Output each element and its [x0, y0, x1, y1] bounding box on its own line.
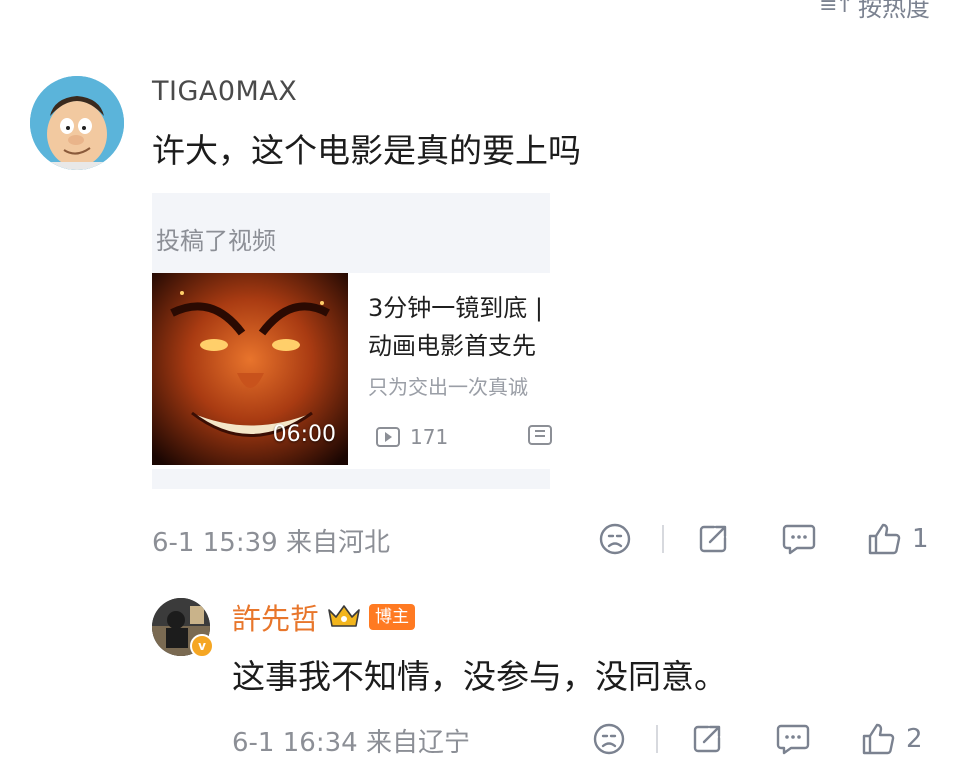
divider: [656, 725, 658, 753]
play-count-icon: [376, 427, 400, 447]
sort-icon: ≡↑: [819, 0, 854, 18]
video-card[interactable]: 投稿了视频 06:00 3分钟一镜到底 | 动画电影首支先 只为交出一次真诚 1…: [152, 193, 552, 489]
share-button[interactable]: [688, 720, 726, 758]
comment-text: 许大，这个电影是真的要上吗: [152, 131, 581, 170]
avatar[interactable]: v: [152, 598, 214, 658]
username[interactable]: 許先哲: [232, 596, 319, 638]
comment-meta: 6-1 15:39 来自河北: [152, 522, 390, 559]
video-title-line-1: 3分钟一镜到底 |: [368, 294, 543, 322]
video-card-body[interactable]: 06:00 3分钟一镜到底 | 动画电影首支先 只为交出一次真诚 171: [152, 273, 552, 469]
like-count: 1: [912, 524, 929, 554]
danmaku-icon: [528, 425, 552, 445]
like-button[interactable]: [866, 520, 904, 558]
blogger-badge: 博主: [369, 604, 416, 630]
video-subtitle: 只为交出一次真诚: [368, 375, 528, 399]
view-count: 171: [410, 425, 449, 449]
dislike-button[interactable]: [590, 720, 628, 758]
share-button[interactable]: [694, 520, 732, 558]
video-title-line-2: 动画电影首支先: [368, 332, 536, 360]
verified-badge-icon: v: [190, 634, 214, 658]
dislike-button[interactable]: [596, 520, 634, 558]
reply-button[interactable]: [780, 520, 818, 558]
sort-label: 按热度: [858, 0, 930, 22]
reply-text: 这事我不知情，没参与，没同意。: [232, 657, 727, 696]
card-header: 投稿了视频: [156, 227, 276, 255]
username-row: 許先哲 博主: [232, 596, 416, 638]
divider: [662, 525, 664, 553]
video-thumbnail[interactable]: 06:00: [152, 273, 348, 465]
sort-by-hot-button[interactable]: ≡↑ 按热度: [819, 0, 930, 23]
like-count: 2: [906, 724, 923, 754]
video-duration: 06:00: [272, 422, 336, 447]
comment-icon: [782, 524, 816, 555]
share-icon: [693, 725, 721, 753]
username[interactable]: TIGA0MAX: [152, 76, 297, 107]
timestamp: 6-1 16:34: [232, 728, 358, 758]
location: 来自河北: [285, 528, 390, 558]
timestamp: 6-1 15:39: [152, 528, 278, 558]
thumbs-up-icon: [862, 723, 895, 755]
reply-button[interactable]: [774, 720, 812, 758]
video-views: 171: [376, 425, 448, 449]
comment-icon: [776, 724, 810, 755]
share-icon: [699, 525, 727, 553]
video-title[interactable]: 3分钟一镜到底 | 动画电影首支先: [368, 289, 550, 365]
frown-icon: [593, 723, 625, 755]
crown-icon: [328, 605, 360, 627]
like-button[interactable]: [860, 720, 898, 758]
avatar[interactable]: [30, 76, 124, 170]
reply-actions: 2: [590, 720, 923, 758]
location: 来自辽宁: [365, 728, 470, 758]
comment-actions: 1: [596, 520, 929, 558]
reply-meta: 6-1 16:34 来自辽宁: [232, 722, 470, 759]
frown-icon: [599, 523, 631, 555]
thumbs-up-icon: [868, 523, 901, 555]
